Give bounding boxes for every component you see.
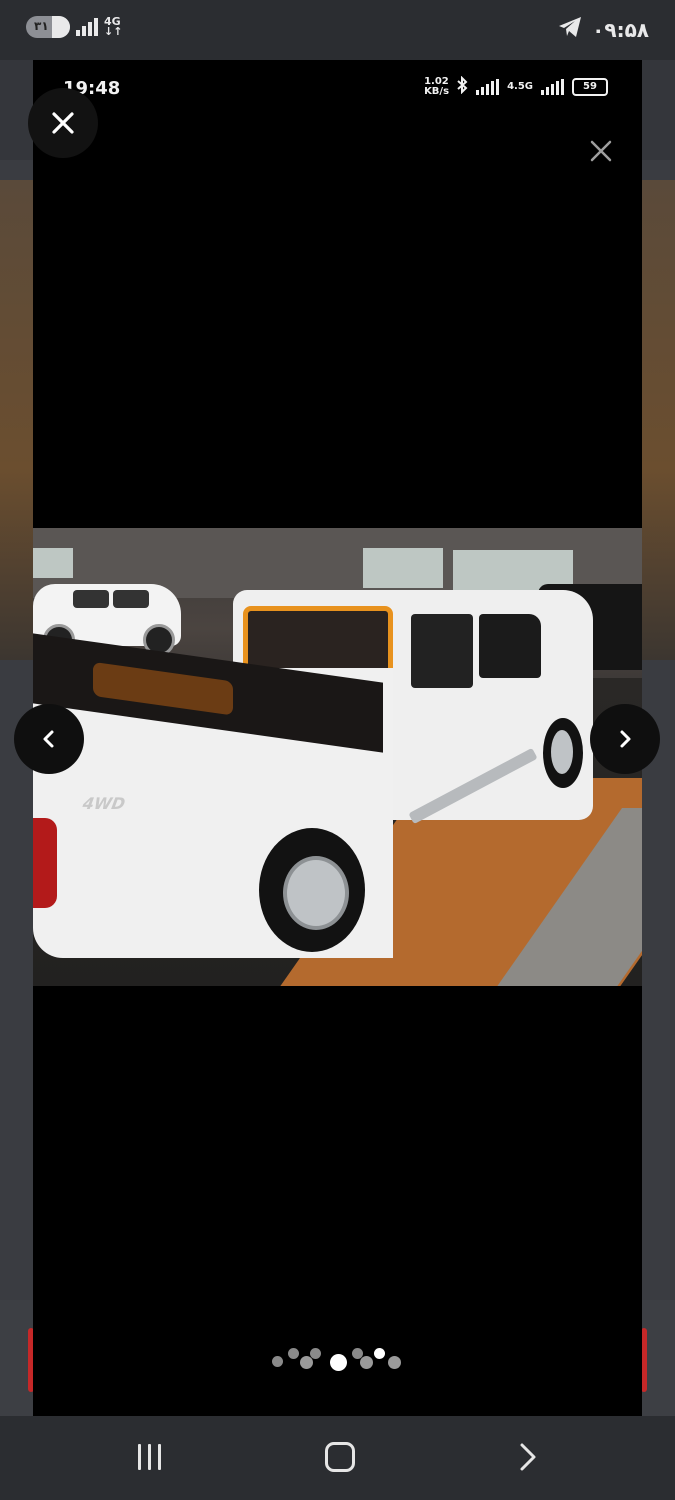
telegram-icon <box>558 16 582 43</box>
side-window <box>479 614 541 678</box>
chevron-right-icon <box>620 730 631 748</box>
front-wheel <box>543 718 583 788</box>
system-status-bar: ۳۱ 4G ↓↑ ۰۹:۵۸ <box>0 0 675 60</box>
lit-window <box>33 548 73 578</box>
pagination-dot-active[interactable] <box>330 1354 347 1371</box>
battery-icon: ۳۱ <box>26 16 70 38</box>
battery-level: 59 <box>583 80 597 92</box>
screenshot-status-bar: 19:48 1.02 KB/s 4.5G 59 <box>33 60 642 162</box>
screenshot-status-icons: 1.02 KB/s 4.5G 59 <box>424 75 608 97</box>
bluetooth-icon <box>456 75 468 97</box>
network-label: 4.5G <box>507 81 533 92</box>
network-label: 4G <box>104 15 121 28</box>
status-right-group: ۰۹:۵۸ <box>558 16 649 43</box>
pagination-dot[interactable] <box>388 1356 401 1369</box>
close-icon <box>588 138 614 164</box>
image-viewer: 19:48 1.02 KB/s 4.5G 59 4WD <box>33 60 642 1416</box>
rear-wheel <box>259 828 365 952</box>
battery-icon: 59 <box>572 77 608 96</box>
pagination-dot[interactable] <box>300 1356 313 1369</box>
back-icon[interactable] <box>516 1442 540 1476</box>
home-icon[interactable] <box>325 1442 355 1472</box>
side-window <box>411 614 473 688</box>
next-image-button[interactable] <box>590 704 660 774</box>
4wd-badge: 4WD <box>81 794 127 813</box>
lit-window <box>363 548 443 588</box>
pagination-dot[interactable] <box>310 1348 321 1359</box>
tail-light <box>33 818 57 908</box>
close-viewer-button[interactable] <box>28 88 98 158</box>
pagination-dot[interactable] <box>272 1356 283 1367</box>
signal-icon <box>76 18 98 36</box>
recents-icon[interactable] <box>138 1444 161 1470</box>
android-navigation-bar <box>0 1416 675 1500</box>
data-rate: 1.02 KB/s <box>424 75 450 97</box>
pagination-dot[interactable] <box>360 1356 373 1369</box>
chevron-left-icon <box>43 730 54 748</box>
pagination-dot[interactable] <box>374 1348 385 1359</box>
pagination-dots <box>268 1348 412 1380</box>
signal-icon <box>541 78 564 95</box>
close-icon <box>52 112 74 134</box>
pagination-dot[interactable] <box>288 1348 299 1359</box>
previous-image-button[interactable] <box>14 704 84 774</box>
battery-level: ۳۱ <box>34 19 49 33</box>
signal-icon <box>476 78 500 95</box>
network-4g-icon: 4G ↓↑ <box>104 15 123 38</box>
vehicle-photo: 4WD <box>33 528 642 986</box>
status-left-group: ۳۱ 4G ↓↑ <box>26 16 122 38</box>
clock: ۰۹:۵۸ <box>592 17 649 42</box>
